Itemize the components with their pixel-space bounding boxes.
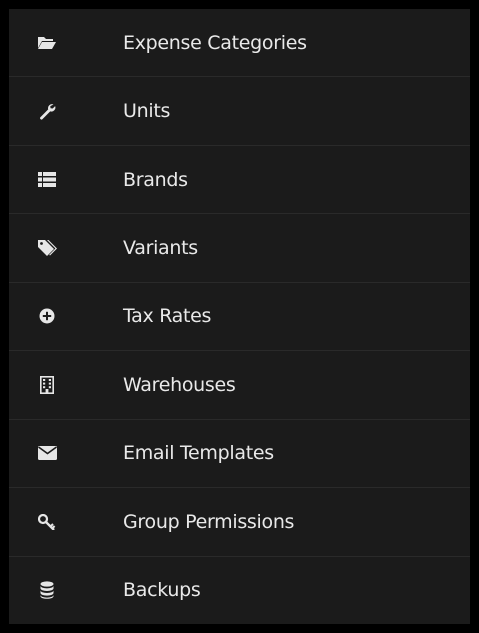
menu-item-expense-categories[interactable]: Expense Categories [9, 9, 470, 78]
building-icon [35, 373, 59, 397]
menu-item-units[interactable]: Units [9, 77, 470, 146]
menu-item-brands[interactable]: Brands [9, 146, 470, 215]
envelope-icon [35, 441, 59, 465]
menu-item-warehouses[interactable]: Warehouses [9, 351, 470, 420]
table-list-icon [35, 168, 59, 192]
tags-icon [35, 236, 59, 260]
database-icon [35, 578, 59, 602]
menu-item-variants[interactable]: Variants [9, 214, 470, 283]
folder-open-icon [35, 31, 59, 55]
plus-circle-icon [35, 304, 59, 328]
menu-item-tax-rates[interactable]: Tax Rates [9, 283, 470, 352]
menu-item-label: Variants [123, 237, 198, 260]
menu-item-email-templates[interactable]: Email Templates [9, 420, 470, 489]
settings-menu: Expense Categories Units Brands Variants… [9, 9, 470, 624]
menu-item-label: Tax Rates [123, 305, 212, 328]
menu-item-backups[interactable]: Backups [9, 557, 470, 624]
wrench-icon [35, 99, 59, 123]
menu-item-label: Units [123, 100, 171, 123]
key-icon [35, 510, 59, 534]
menu-item-label: Expense Categories [123, 31, 307, 54]
menu-item-label: Brands [123, 168, 188, 191]
menu-item-group-permissions[interactable]: Group Permissions [9, 488, 470, 557]
menu-item-label: Warehouses [123, 373, 236, 396]
menu-item-label: Group Permissions [123, 510, 295, 533]
menu-item-label: Email Templates [123, 442, 274, 465]
menu-item-label: Backups [123, 579, 201, 602]
menu-frame: Expense Categories Units Brands Variants… [0, 0, 479, 633]
